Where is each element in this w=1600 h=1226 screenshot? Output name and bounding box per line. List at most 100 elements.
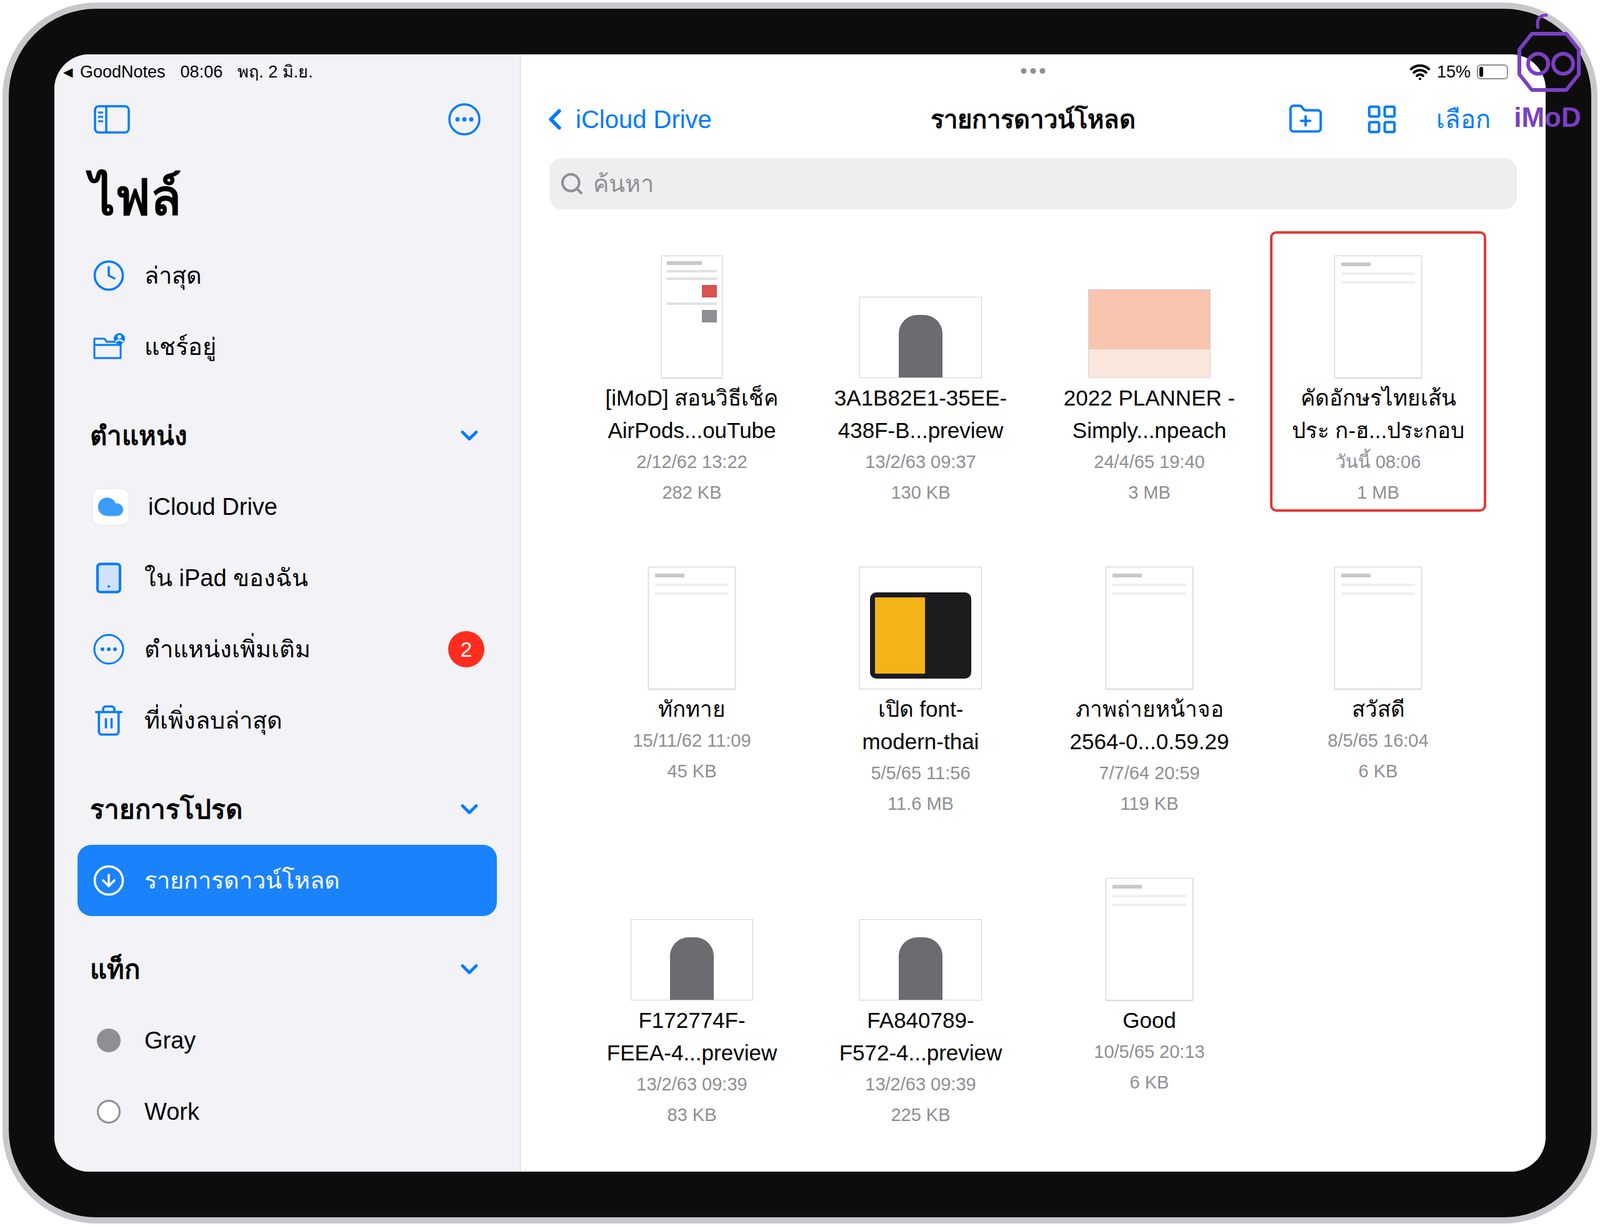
file-size: 119 KB (1120, 788, 1179, 820)
date: พฤ. 2 มิ.ย. (237, 59, 314, 85)
sidebar-item-label: ที่เพิ่งลบล่าสุด (144, 703, 283, 739)
file-name-line: 438F-B...preview (838, 414, 1004, 447)
file-size: 1 MB (1356, 477, 1400, 509)
file-cell: Good10/5/65 20:136 KB (1035, 853, 1264, 1165)
main-pane: 15%iCloud Driveรายการดาวน์โหลดเลือกค้นหา… (520, 54, 1546, 1172)
sidebar-item[interactable]: ที่เพิ่งลบล่าสุด (77, 685, 497, 757)
sidebar-section: ตำแหน่ง iCloud Drive ใน iPad ของฉันตำแหน่ง… (77, 382, 497, 757)
sidebar-item[interactable]: Work (77, 1076, 497, 1148)
page-thumbnail (1105, 878, 1194, 1001)
sidebar-item[interactable]: แชร์อยู่ (77, 311, 497, 383)
search-field[interactable]: ค้นหา (549, 158, 1517, 210)
toolbar: iCloud Drive รายการดาวน์โหลด เลือก (520, 83, 1546, 156)
section-header[interactable]: รายการโปรด (77, 773, 497, 845)
file-cell: ทักทาย15/11/62 11:0945 KB (577, 542, 807, 854)
thumbnail-area (815, 873, 1027, 1001)
file-item[interactable]: ภาพถ่ายหน้าจอ2564-0...0.59.297/7/64 20:5… (1041, 542, 1258, 824)
file-name-line: Good (1122, 1004, 1177, 1037)
sidebar-item-label: ล่าสุด (144, 258, 202, 294)
toolbar-actions: เลือก (1283, 100, 1529, 139)
select-button[interactable]: เลือก (1436, 100, 1491, 139)
file-item[interactable]: FA840789-F572-4...preview13/2/63 09:3922… (812, 853, 1029, 1135)
file-item[interactable]: ทักทาย15/11/62 11:0945 KB (583, 542, 800, 824)
grid-view-icon[interactable] (1365, 102, 1399, 137)
search-placeholder: ค้นหา (593, 166, 654, 202)
thumbnail-area (586, 250, 798, 379)
sidebar-title: ไฟล์ (54, 155, 520, 240)
new-folder-icon[interactable] (1283, 101, 1328, 138)
file-name-line: FA840789- (866, 1004, 974, 1037)
sidebar-item[interactable]: Gray (77, 1005, 497, 1077)
ipad-frame: ◀GoodNotes08:06พฤ. 2 มิ.ย.ไฟล์ล่าสุดแชร์… (2, 2, 1598, 1224)
file-item[interactable]: 2022 PLANNER -Simply...npeach24/4/65 19:… (1041, 231, 1258, 512)
sidebar-item[interactable]: ตำแหน่งเพิ่มเติม2 (77, 613, 497, 685)
sidebar-item[interactable]: รายการดาวน์โหลด (77, 845, 497, 917)
file-item[interactable]: สวัสดี8/5/65 16:046 KB (1270, 542, 1487, 824)
file-date: 2/12/62 13:22 (636, 446, 747, 478)
file-grid: [iMoD] สอนวิธีเช็คAirPods...ouTube2/12/6… (520, 231, 1546, 1165)
chevron-down-icon[interactable] (455, 955, 484, 984)
thumbnail-area (1272, 250, 1484, 379)
file-item[interactable]: 3A1B82E1-35EE-438F-B...preview13/2/63 09… (812, 231, 1029, 512)
file-item[interactable]: เปิด font-modern-thai5/5/65 11:5611.6 MB (812, 542, 1029, 824)
back-arrow[interactable]: ◀ (63, 62, 73, 82)
thumbnail-area (1043, 561, 1255, 690)
screen: ◀GoodNotes08:06พฤ. 2 มิ.ย.ไฟล์ล่าสุดแชร์… (54, 54, 1546, 1172)
file-name-line: คัดอักษรไทยเส้น (1300, 381, 1457, 415)
chevron-left-icon (538, 102, 572, 137)
toolbar-title: รายการดาวน์โหลด (930, 100, 1136, 139)
thumbnail-area (586, 561, 798, 690)
thumbnail-area (1043, 250, 1255, 379)
page-thumbnail (1334, 566, 1422, 690)
icloud-icon (91, 488, 130, 526)
file-size: 225 KB (890, 1100, 950, 1131)
document-thumbnail (661, 255, 723, 379)
multitask-handle[interactable] (1021, 68, 1046, 74)
watermark-text: iMoD (1513, 102, 1582, 133)
back-button[interactable]: iCloud Drive (538, 100, 712, 139)
file-item[interactable]: F172774F-FEEA-4...preview13/2/63 09:3983… (583, 853, 800, 1135)
chevron-down-icon[interactable] (455, 795, 484, 824)
file-date: 13/2/63 09:37 (865, 446, 976, 478)
file-date: วันนี้ 08:06 (1335, 446, 1422, 478)
file-size: 3 MB (1128, 477, 1171, 509)
sidebar-item[interactable]: iCloud Drive (77, 471, 497, 543)
file-item[interactable]: Good10/5/65 20:136 KB (1041, 853, 1258, 1135)
watermark: iMoD (1503, 8, 1592, 140)
file-name-line: AirPods...ouTube (607, 414, 776, 447)
sidebar-item-label: Work (144, 1094, 200, 1130)
watermark-logo-icon (1510, 8, 1585, 103)
file-item[interactable]: [iMoD] สอนวิธีเช็คAirPods...ouTube2/12/6… (583, 231, 800, 512)
file-name: 3A1B82E1-35EE-438F-B...preview (834, 381, 1007, 447)
sidebar-item[interactable]: ใน iPad ของฉัน (77, 542, 497, 614)
file-size: 45 KB (667, 756, 717, 787)
sidebar-item[interactable]: ล่าสุด (77, 240, 497, 312)
sidebar-toolbar (54, 83, 520, 156)
badge: 2 (448, 631, 485, 668)
section-header[interactable]: ตำแหน่ง (77, 400, 497, 472)
file-name: FA840789-F572-4...preview (839, 1004, 1003, 1070)
download-icon (91, 863, 126, 898)
thumbnail-area (1272, 561, 1484, 690)
file-name: [iMoD] สอนวิธีเช็คAirPods...ouTube (605, 381, 779, 447)
sidebar-toggle-icon[interactable] (93, 104, 131, 135)
ipad-icon (91, 561, 126, 595)
photo-thumbnail (859, 296, 982, 379)
chevron-down-icon[interactable] (455, 421, 484, 450)
back-app[interactable]: GoodNotes (80, 59, 166, 85)
poster-thumbnail (859, 566, 982, 690)
more-locations-icon (91, 632, 126, 667)
shared-folder-icon (91, 330, 126, 364)
sidebar-item-label: iCloud Drive (148, 489, 278, 525)
file-name-line: ทักทาย (658, 693, 726, 726)
file-cell: สวัสดี8/5/65 16:046 KB (1263, 542, 1493, 854)
page-thumbnail (1105, 566, 1194, 690)
file-name-line: 3A1B82E1-35EE- (834, 381, 1007, 415)
file-name: ภาพถ่ายหน้าจอ2564-0...0.59.29 (1070, 693, 1230, 759)
file-item[interactable]: คัดอักษรไทยเส้นประ ก-ฮ...ประกอบวันนี้ 08… (1270, 231, 1487, 512)
file-date: 15/11/62 11:09 (632, 725, 751, 757)
more-options-icon[interactable] (447, 102, 482, 137)
file-cell: 2022 PLANNER -Simply...npeach24/4/65 19:… (1035, 231, 1264, 543)
section-header[interactable]: แท็ก (77, 933, 497, 1005)
page-thumbnail (648, 566, 736, 690)
